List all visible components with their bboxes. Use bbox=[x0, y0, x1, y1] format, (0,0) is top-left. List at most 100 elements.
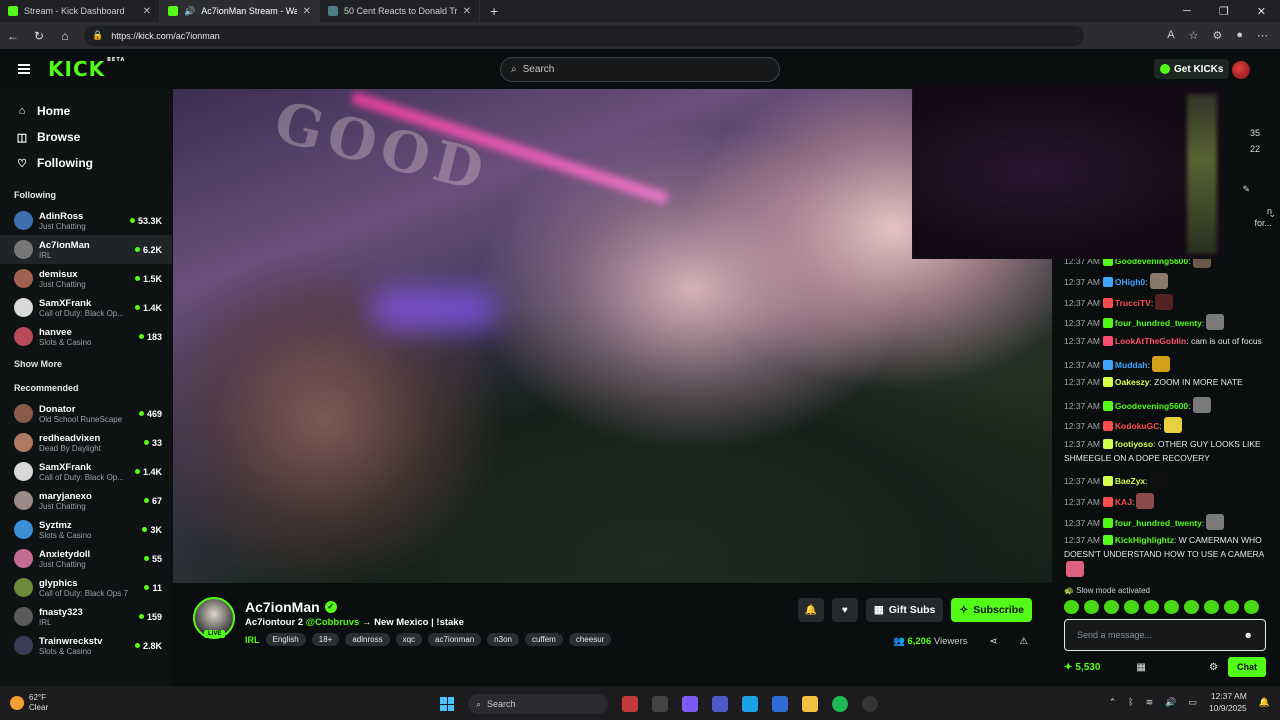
subscribe-button[interactable]: ✧ Subscribe bbox=[951, 598, 1032, 622]
app-icon[interactable] bbox=[862, 696, 878, 712]
refresh-icon[interactable]: ↻ bbox=[32, 29, 46, 43]
browser-tab-0[interactable]: Stream - Kick Dashboard ✕ bbox=[0, 0, 160, 22]
browser-tab-2[interactable]: 50 Cent Reacts to Donald Trump ✕ bbox=[320, 0, 480, 22]
emoji-picker-icon[interactable]: ☻ bbox=[1244, 630, 1253, 640]
back-icon[interactable]: ← bbox=[6, 29, 20, 43]
chat-username[interactable]: BaeZyx bbox=[1115, 476, 1145, 486]
streamer-name[interactable]: Ac7ionMan bbox=[245, 599, 320, 615]
favorite-star-icon[interactable]: ☆ bbox=[1189, 29, 1199, 42]
notification-bell-icon[interactable]: 🔔 bbox=[1259, 697, 1270, 708]
notifications-bell-icon[interactable]: 🔔 bbox=[797, 598, 824, 622]
menu-icon[interactable] bbox=[18, 64, 30, 74]
emote-icon[interactable] bbox=[1164, 600, 1179, 614]
sidebar-nav-home[interactable]: ⌂ Home bbox=[0, 98, 172, 124]
edge-icon[interactable] bbox=[742, 696, 758, 712]
chat-username[interactable]: four_hundred_twenty bbox=[1115, 518, 1202, 528]
share-icon[interactable]: ⋖ bbox=[990, 636, 998, 647]
weather-widget[interactable]: 62°F Clear bbox=[10, 693, 48, 713]
channel-item[interactable]: SamXFrank Call of Duty: Black Op... 1.4K bbox=[0, 293, 172, 322]
home-browser-icon[interactable]: ⌂ bbox=[58, 29, 72, 43]
emote-icon[interactable] bbox=[1084, 600, 1099, 614]
minimize-icon[interactable]: ─ bbox=[1183, 5, 1191, 18]
file-explorer-icon[interactable] bbox=[802, 696, 818, 712]
read-aloud-icon[interactable]: A bbox=[1167, 29, 1174, 42]
close-window-icon[interactable]: ✕ bbox=[1257, 5, 1266, 18]
chevron-down-icon[interactable]: ⌄ bbox=[1268, 209, 1276, 220]
profile-icon[interactable]: ● bbox=[1236, 29, 1243, 42]
emote-icon[interactable] bbox=[1204, 600, 1219, 614]
sidebar-nav-following[interactable]: ♡ Following bbox=[0, 150, 172, 176]
gift-icon[interactable]: ▦ bbox=[1136, 662, 1145, 673]
stream-tag[interactable]: cheesur bbox=[568, 633, 612, 646]
close-tab-icon[interactable]: ✕ bbox=[463, 6, 471, 17]
report-icon[interactable]: ⚠ bbox=[1019, 636, 1028, 647]
chat-username[interactable]: KAJ bbox=[1115, 497, 1132, 507]
emote-icon[interactable] bbox=[1224, 600, 1239, 614]
picture-in-picture-window[interactable] bbox=[912, 85, 1224, 259]
taskbar-search[interactable]: ⌕ Search bbox=[468, 694, 608, 714]
emote-icon[interactable] bbox=[1184, 600, 1199, 614]
volume-icon[interactable]: 🔊 bbox=[1165, 697, 1176, 708]
battery-icon[interactable]: ▭ bbox=[1188, 697, 1197, 708]
stream-tag[interactable]: 18+ bbox=[311, 633, 340, 646]
chat-username[interactable]: Goodevening5600 bbox=[1115, 401, 1188, 411]
copilot-icon[interactable] bbox=[682, 696, 698, 712]
audio-playing-icon[interactable]: 🔊 bbox=[184, 6, 195, 17]
channel-item[interactable]: redheadvixen Dead By Daylight 33 bbox=[0, 428, 172, 457]
start-windows-icon[interactable] bbox=[440, 697, 454, 711]
pin-icon[interactable]: ✎ bbox=[1242, 184, 1250, 195]
channel-item[interactable]: hanvee Slots & Casino 183 bbox=[0, 322, 172, 351]
chevron-up-icon[interactable]: ⌃ bbox=[1109, 697, 1117, 708]
channel-item[interactable]: AdinRoss Just Chatting 53.3K bbox=[0, 206, 172, 235]
category-link[interactable]: IRL bbox=[245, 635, 260, 645]
browser-tab-1[interactable]: 🔊 Ac7ionMan Stream - Watch Live ✕ bbox=[160, 0, 320, 22]
app-icon[interactable] bbox=[622, 696, 638, 712]
chat-username[interactable]: KickHighlightz bbox=[1115, 535, 1174, 545]
channel-item[interactable]: demisux Just Chatting 1.5K bbox=[0, 264, 172, 293]
channel-item[interactable]: SamXFrank Call of Duty: Black Op... 1.4K bbox=[0, 457, 172, 486]
wifi-icon[interactable]: ≋ bbox=[1146, 697, 1154, 708]
stream-tag[interactable]: xqc bbox=[395, 633, 423, 646]
stream-tag[interactable]: English bbox=[265, 633, 306, 646]
kick-logo[interactable]: KICK BETA bbox=[48, 57, 125, 81]
channel-item[interactable]: Anxietydoll Just Chatting 55 bbox=[0, 544, 172, 573]
chat-username[interactable]: KodokuGC bbox=[1115, 421, 1159, 431]
emote-icon[interactable] bbox=[1144, 600, 1159, 614]
chat-username[interactable]: four_hundred_twenty bbox=[1115, 318, 1202, 328]
chat-username[interactable]: LookAtTheGoblin bbox=[1115, 336, 1186, 346]
sidebar-nav-browse[interactable]: ◫ Browse bbox=[0, 124, 172, 150]
user-avatar[interactable] bbox=[1232, 61, 1250, 79]
chat-username[interactable]: TrucciTV bbox=[1115, 298, 1151, 308]
close-tab-icon[interactable]: ✕ bbox=[303, 6, 311, 17]
channel-item[interactable]: Ac7ionMan IRL 6.2K bbox=[0, 235, 172, 264]
teams-icon[interactable] bbox=[712, 696, 728, 712]
chat-username[interactable]: OHigh0 bbox=[1115, 277, 1145, 287]
stream-tag[interactable]: adinross bbox=[345, 633, 390, 646]
spotify-icon[interactable] bbox=[832, 696, 848, 712]
clock[interactable]: 12:37 AM 10/9/2025 bbox=[1209, 690, 1247, 714]
channel-item[interactable]: Syztmz Slots & Casino 3K bbox=[0, 515, 172, 544]
bluetooth-icon[interactable]: ᛒ bbox=[1128, 697, 1133, 707]
channel-points[interactable]: ✦ 5,530 bbox=[1064, 662, 1100, 673]
emote-icon[interactable] bbox=[1064, 600, 1079, 614]
title-mention-link[interactable]: @Cobbruvs bbox=[306, 617, 360, 628]
emote-icon[interactable] bbox=[1104, 600, 1119, 614]
restore-icon[interactable]: ❐ bbox=[1219, 5, 1229, 18]
channel-item[interactable]: fnasty323 IRL 159 bbox=[0, 602, 172, 631]
gift-subs-button[interactable]: ▦ Gift Subs bbox=[865, 598, 944, 622]
channel-item[interactable]: Trainwreckstv Slots & Casino 2.8K bbox=[0, 631, 172, 660]
channel-item[interactable]: maryjanexo Just Chatting 67 bbox=[0, 486, 172, 515]
chat-send-button[interactable]: Chat bbox=[1228, 657, 1266, 677]
store-icon[interactable] bbox=[772, 696, 788, 712]
stream-tag[interactable]: ac7ionman bbox=[428, 633, 482, 646]
stream-tag[interactable]: cuffem bbox=[524, 633, 563, 646]
chat-username[interactable]: footiyoso bbox=[1115, 439, 1153, 449]
follow-heart-icon[interactable]: ♥ bbox=[831, 598, 858, 622]
chat-username[interactable]: Oakeszy bbox=[1115, 377, 1150, 387]
stream-tag[interactable]: n3on bbox=[487, 633, 519, 646]
chat-message-input[interactable]: Send a message... ☻ bbox=[1064, 619, 1266, 651]
channel-item[interactable]: glyphics Call of Duty: Black Ops 7 11 bbox=[0, 573, 172, 602]
get-kicks-button[interactable]: Get KICKs bbox=[1154, 59, 1230, 79]
show-more-link[interactable]: Show More bbox=[0, 351, 172, 369]
search-input[interactable]: ⌕ Search bbox=[500, 57, 780, 82]
